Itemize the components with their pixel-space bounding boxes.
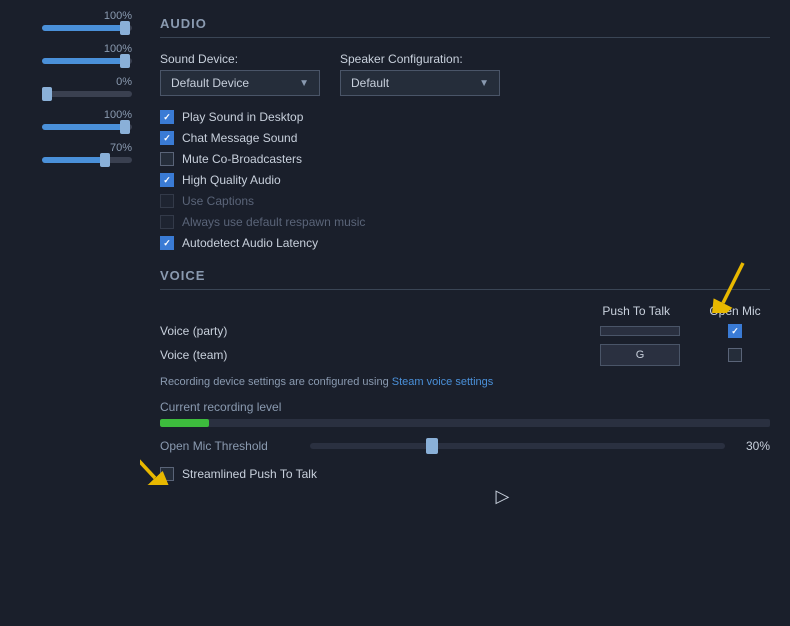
recording-bar-fill [160, 419, 209, 427]
voice-team-label: Voice (team) [160, 348, 290, 362]
checkbox-label-high-quality: High Quality Audio [182, 173, 281, 187]
cursor-area: ▷ [160, 481, 770, 521]
main-content: AUDIO Sound Device: Default Device ▼ Spe… [140, 0, 790, 626]
slider-label-5: 70% [110, 142, 132, 154]
recording-bar-track [160, 419, 770, 427]
checkbox-play-sound[interactable]: Play Sound in Desktop [160, 110, 770, 124]
dropdown-arrow-speaker: ▼ [479, 78, 489, 89]
checkbox-label-autodetect: Autodetect Audio Latency [182, 236, 318, 250]
voice-team-push-value: G [636, 349, 645, 361]
slider-thumb-3[interactable] [42, 87, 52, 101]
checkbox-box-autodetect[interactable] [160, 236, 174, 250]
slider-thumb-5[interactable] [100, 153, 110, 167]
checkbox-mute-cob[interactable]: Mute Co-Broadcasters [160, 152, 770, 166]
dropdown-arrow-sound: ▼ [299, 78, 309, 89]
slider-group-4: 100% [0, 109, 132, 130]
checkbox-box-play-sound[interactable] [160, 110, 174, 124]
steam-voice-link[interactable]: Steam voice settings [392, 376, 494, 388]
speaker-config-group: Speaker Configuration: Default ▼ [340, 52, 500, 96]
slider-group-1: 100% [0, 10, 132, 31]
checkbox-label-respawn: Always use default respawn music [182, 215, 365, 229]
voice-party-open-check [700, 324, 770, 338]
sound-device-dropdown[interactable]: Default Device ▼ [160, 70, 320, 96]
voice-party-open-checkbox[interactable] [728, 324, 742, 338]
audio-checkboxes: Play Sound in Desktop Chat Message Sound… [160, 110, 770, 250]
voice-table-header: Push To Talk Open Mic [160, 304, 770, 318]
slider-group-5: 70% [0, 142, 132, 163]
speaker-config-value: Default [351, 76, 389, 90]
slider-thumb-1[interactable] [120, 21, 130, 35]
checkbox-label-play-sound: Play Sound in Desktop [182, 110, 303, 124]
checkbox-label-captions: Use Captions [182, 194, 254, 208]
voice-row-team: Voice (team) G [160, 344, 770, 366]
recording-level-container: Current recording level Open Mic Thresho… [160, 400, 770, 453]
checkbox-streamlined[interactable]: Streamlined Push To Talk [160, 467, 770, 481]
checkbox-respawn[interactable]: Always use default respawn music [160, 215, 770, 229]
voice-section-header: VOICE [160, 268, 770, 290]
voice-party-label: Voice (party) [160, 324, 290, 338]
sound-device-value: Default Device [171, 76, 249, 90]
slider-group-2: 100% [0, 43, 132, 64]
slider-track-3[interactable] [42, 91, 132, 97]
threshold-track[interactable] [310, 443, 725, 449]
slider-thumb-2[interactable] [120, 54, 130, 68]
cursor-icon: ▷ [496, 486, 510, 507]
slider-fill-4 [42, 124, 123, 130]
sound-device-group: Sound Device: Default Device ▼ [160, 52, 320, 96]
voice-team-open-check [700, 348, 770, 362]
speaker-config-dropdown[interactable]: Default ▼ [340, 70, 500, 96]
voice-row-party: Voice (party) [160, 324, 770, 338]
slider-track-4[interactable] [42, 124, 132, 130]
checkbox-high-quality[interactable]: High Quality Audio [160, 173, 770, 187]
threshold-value: 30% [735, 439, 770, 453]
arrow-open-mic-annotation [698, 258, 758, 313]
checkbox-box-high-quality[interactable] [160, 173, 174, 187]
device-row: Sound Device: Default Device ▼ Speaker C… [160, 52, 770, 96]
sound-device-label: Sound Device: [160, 52, 320, 66]
checkbox-label-mute-cob: Mute Co-Broadcasters [182, 152, 302, 166]
checkbox-captions[interactable]: Use Captions [160, 194, 770, 208]
checkbox-box-chat-message[interactable] [160, 131, 174, 145]
checkbox-box-respawn[interactable] [160, 215, 174, 229]
checkbox-label-chat-message: Chat Message Sound [182, 131, 297, 145]
arrow-threshold-annotation [140, 430, 170, 485]
left-sidebar: 100% 100% 0% 100% 70% [0, 0, 140, 626]
checkbox-autodetect[interactable]: Autodetect Audio Latency [160, 236, 770, 250]
checkbox-chat-message[interactable]: Chat Message Sound [160, 131, 770, 145]
recording-level-label: Current recording level [160, 400, 770, 414]
speaker-config-label: Speaker Configuration: [340, 52, 500, 66]
slider-fill-2 [42, 58, 123, 64]
slider-thumb-4[interactable] [120, 120, 130, 134]
threshold-label: Open Mic Threshold [160, 439, 300, 453]
voice-section: VOICE Push To Talk Open Mic Voice (party… [160, 268, 770, 521]
slider-track-2[interactable] [42, 58, 132, 64]
slider-fill-5 [42, 157, 105, 163]
voice-team-push-button[interactable]: G [600, 344, 680, 366]
voice-col-push-label: Push To Talk [602, 304, 670, 318]
voice-note-text: Recording device settings are configured… [160, 376, 392, 388]
voice-note: Recording device settings are configured… [160, 376, 770, 388]
slider-fill-1 [42, 25, 123, 31]
slider-track-1[interactable] [42, 25, 132, 31]
slider-label-3: 0% [116, 76, 132, 88]
checkbox-label-streamlined: Streamlined Push To Talk [182, 467, 317, 481]
slider-track-5[interactable] [42, 157, 132, 163]
checkbox-box-mute-cob[interactable] [160, 152, 174, 166]
threshold-row: Open Mic Threshold 30% [160, 439, 770, 453]
checkbox-box-captions[interactable] [160, 194, 174, 208]
threshold-thumb[interactable] [426, 438, 438, 454]
audio-section-header: AUDIO [160, 16, 770, 38]
slider-group-3: 0% [0, 76, 132, 97]
voice-team-open-checkbox[interactable] [728, 348, 742, 362]
voice-party-push-button[interactable] [600, 326, 680, 336]
